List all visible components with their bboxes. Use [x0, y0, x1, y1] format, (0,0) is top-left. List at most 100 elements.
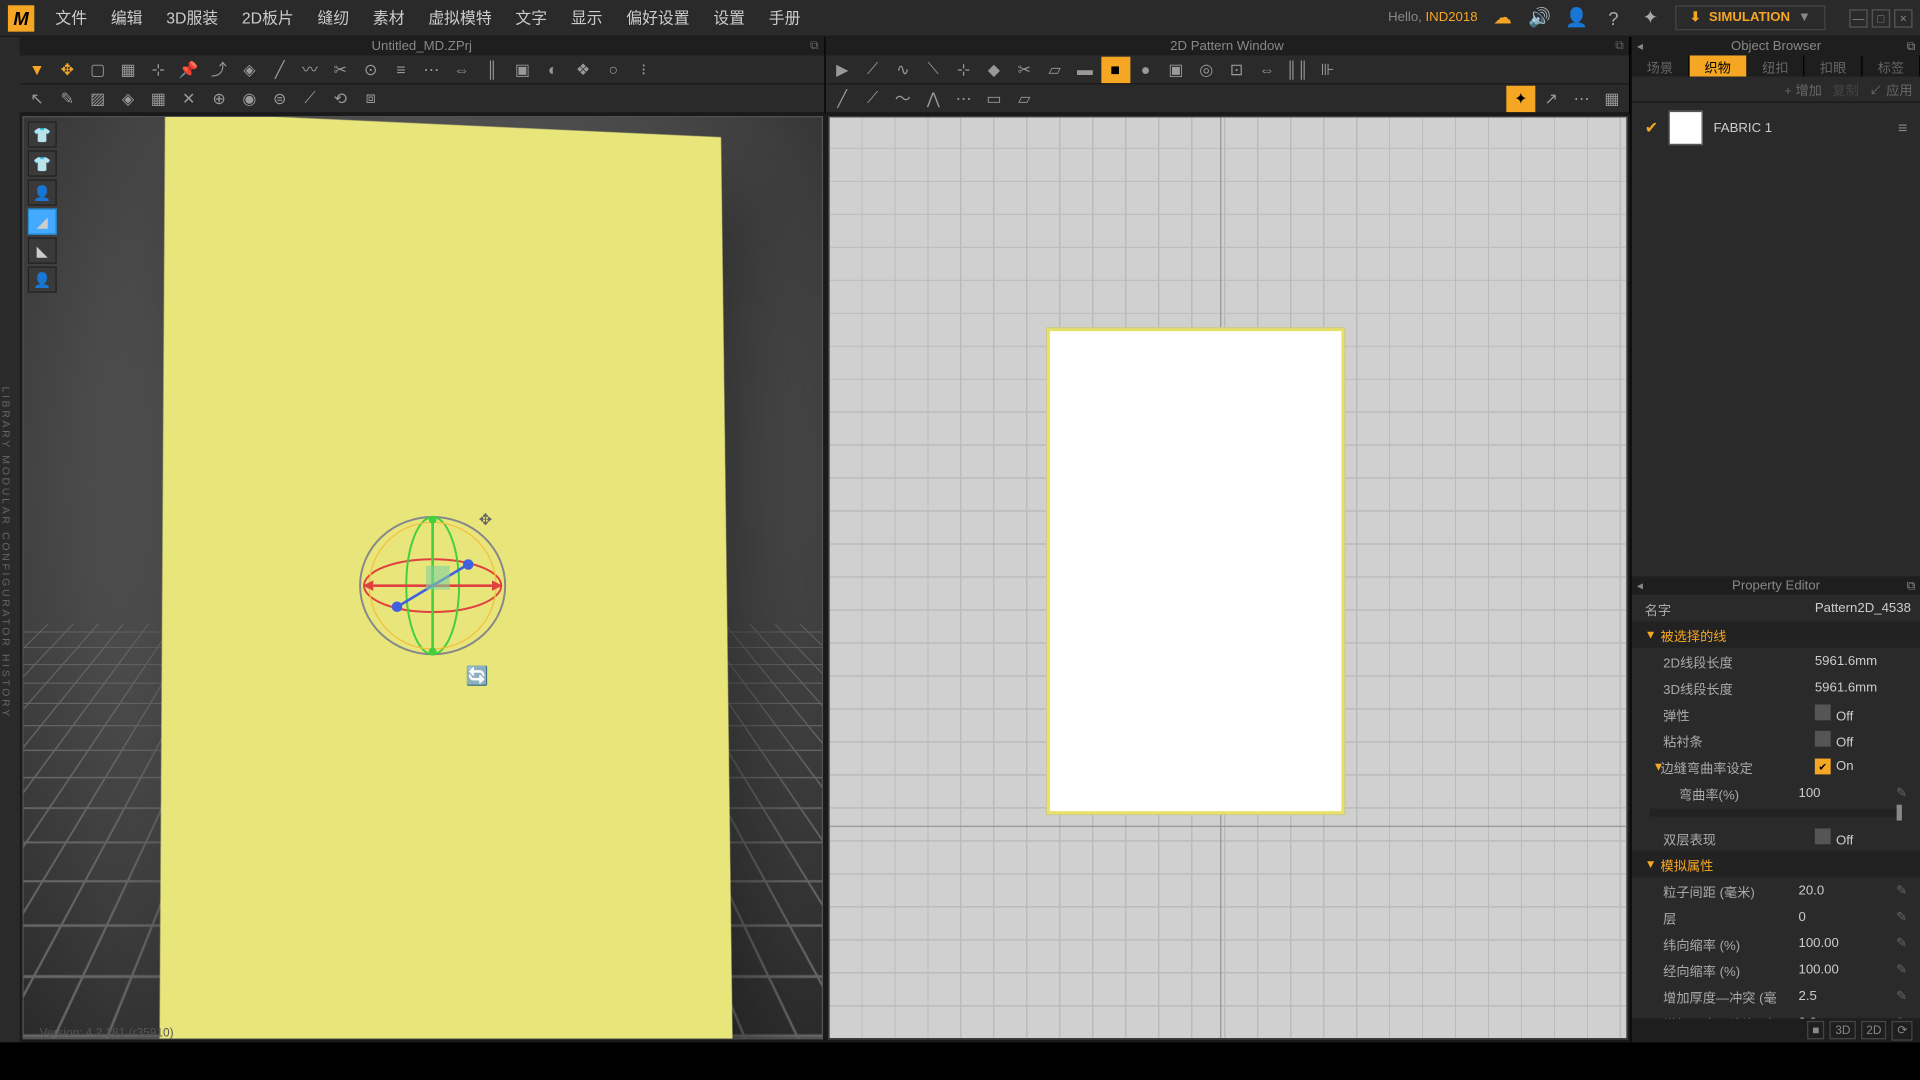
link-icon[interactable]: ⟋ — [295, 85, 324, 111]
pleat-fold-icon[interactable]: ║║ — [1283, 56, 1312, 82]
lasso-icon[interactable]: ○ — [599, 56, 628, 82]
view-mode-refresh[interactable]: ⟳ — [1892, 1020, 1913, 1040]
view-mode-all[interactable]: ■ — [1807, 1021, 1825, 1039]
zipper-icon[interactable]: ≡ — [386, 56, 415, 82]
edit-pattern-icon[interactable]: ▶ — [828, 56, 857, 82]
piping-icon[interactable]: ◐ — [538, 56, 567, 82]
annotation-icon[interactable]: ⊪ — [1313, 56, 1342, 82]
segment-sewing-icon[interactable]: ⟋ — [858, 85, 887, 111]
snapshot-icon[interactable]: ⧈ — [356, 85, 385, 111]
view-wire-icon[interactable]: ⊜ — [265, 85, 294, 111]
window-close-button[interactable]: × — [1894, 9, 1912, 27]
tab-button[interactable]: 纽扣 — [1747, 55, 1805, 76]
rectangle-tool-icon[interactable]: ■ — [1101, 56, 1130, 82]
fabric-swatch[interactable] — [1669, 111, 1703, 145]
popout-icon[interactable]: ⧉ — [1615, 38, 1623, 53]
seam-taping-icon[interactable]: ▭ — [979, 85, 1008, 111]
2d-viewport[interactable] — [828, 116, 1628, 1039]
topstitch-2d-icon[interactable]: ⋯ — [949, 85, 978, 111]
sewing-edit-icon[interactable]: ╱ — [828, 85, 857, 111]
garment-fit-icon[interactable]: 👕 — [28, 150, 57, 176]
dart-icon[interactable]: ◆ — [979, 56, 1008, 82]
window-maximize-button[interactable]: □ — [1872, 9, 1890, 27]
window-minimize-button[interactable]: — — [1849, 9, 1867, 27]
popout-icon[interactable]: ⧉ — [1907, 578, 1915, 593]
texture-icon[interactable]: ▨ — [83, 85, 112, 111]
gizmo-icon[interactable]: ⊹ — [144, 56, 173, 82]
topstitch-icon[interactable]: ⋯ — [417, 56, 446, 82]
line-sewing-icon[interactable]: ╱ — [265, 56, 294, 82]
select-mesh-icon[interactable]: ▦ — [113, 56, 142, 82]
add-point-icon[interactable]: ∿ — [888, 56, 917, 82]
internal-circle-icon[interactable]: ◎ — [1192, 56, 1221, 82]
tab-scene[interactable]: 场景 — [1632, 55, 1690, 76]
fold-angle-icon[interactable]: ⋀ — [919, 85, 948, 111]
garment-display-icon[interactable]: 👕 — [28, 121, 57, 147]
cloud-icon[interactable]: ☁ — [1491, 6, 1515, 30]
view-mode-2d[interactable]: 2D — [1861, 1021, 1887, 1039]
baseline-icon[interactable]: ⊡ — [1222, 56, 1251, 82]
edit-texture-icon[interactable]: ✎ — [53, 85, 82, 111]
tab-tag[interactable]: 标签 — [1863, 55, 1920, 76]
monochrome-icon[interactable]: 👤 — [28, 266, 57, 292]
pattern-rectangle[interactable] — [1047, 328, 1344, 813]
menu-settings[interactable]: 设置 — [703, 1, 756, 34]
free-sewing-icon[interactable]: 〰 — [295, 56, 324, 82]
text-icon[interactable]: ⁝ — [629, 56, 658, 82]
menu-preferences[interactable]: 偏好设置 — [616, 1, 700, 34]
sync-icon[interactable]: ✦ — [1506, 85, 1535, 111]
slash-icon[interactable]: ✂ — [1010, 56, 1039, 82]
avatar-tape-icon[interactable]: ✕ — [174, 85, 203, 111]
symmetry-icon[interactable]: ⇔ — [1252, 56, 1281, 82]
circle-tool-icon[interactable]: ● — [1131, 56, 1160, 82]
show-3d-icon[interactable]: ↗ — [1537, 85, 1566, 111]
iron-icon[interactable]: ▱ — [1010, 85, 1039, 111]
add-button[interactable]: + 增加 — [1784, 79, 1822, 99]
copy-button[interactable]: 复制 — [1832, 79, 1858, 99]
arrow-icon[interactable]: ↖ — [22, 85, 51, 111]
apply-button[interactable]: ↙ 应用 — [1869, 79, 1912, 99]
print-layout-icon[interactable]: ▦ — [144, 85, 173, 111]
trace-icon[interactable]: ❖ — [568, 56, 597, 82]
rotation-gizmo[interactable] — [353, 506, 511, 664]
view-mode-3d[interactable]: 3D — [1830, 1021, 1856, 1039]
menu-file[interactable]: 文件 — [45, 1, 98, 34]
fabric-list-item[interactable]: ✔ FABRIC 1 ≡ — [1632, 103, 1920, 153]
collapse-icon[interactable]: ◂ — [1637, 578, 1643, 593]
mirror-paste-icon[interactable]: ⇔ — [447, 56, 476, 82]
menu-display[interactable]: 显示 — [560, 1, 613, 34]
pin-icon[interactable]: 📌 — [174, 56, 203, 82]
fold-icon[interactable]: ⤴ — [204, 56, 233, 82]
camera-icon[interactable]: ⟲ — [326, 85, 355, 111]
menu-avatar[interactable]: 虚拟模特 — [418, 1, 502, 34]
select-rect-icon[interactable]: ▢ — [83, 56, 112, 82]
transform-icon[interactable]: ⟍ — [919, 56, 948, 82]
view-shaded-icon[interactable]: ◉ — [235, 85, 264, 111]
pleat-icon[interactable]: ║ — [477, 56, 506, 82]
curvature-slider[interactable] — [1650, 809, 1902, 817]
trace-2d-icon[interactable]: ▬ — [1070, 56, 1099, 82]
tab-buttonhole[interactable]: 扣眼 — [1805, 55, 1863, 76]
measure-icon[interactable]: ⊕ — [204, 85, 233, 111]
button-icon[interactable]: ⊙ — [356, 56, 385, 82]
internal-rect-icon[interactable]: ▣ — [1161, 56, 1190, 82]
thick-icon[interactable]: ◣ — [28, 237, 57, 263]
edit-curve-icon[interactable]: ⟋ — [858, 56, 887, 82]
fabric-menu-icon[interactable]: ≡ — [1898, 119, 1907, 137]
avatar-display-icon[interactable]: 👤 — [28, 179, 57, 205]
menu-manual[interactable]: 手册 — [758, 1, 811, 34]
select-move-icon[interactable]: ✥ — [53, 56, 82, 82]
left-dock-strip[interactable]: LIBRARY MODULAR CONFIGURATOR HISTORY — [0, 37, 20, 1042]
layer-clone-icon[interactable]: ▣ — [508, 56, 537, 82]
ruler-icon[interactable]: ▦ — [1597, 85, 1626, 111]
free-sewing-2d-icon[interactable]: 〜 — [888, 85, 917, 111]
menu-edit[interactable]: 编辑 — [100, 1, 153, 34]
menu-sewing[interactable]: 缝纫 — [307, 1, 360, 34]
gift-icon[interactable]: ✦ — [1638, 6, 1662, 30]
seam-allow-icon[interactable]: ▱ — [1040, 56, 1069, 82]
menu-text[interactable]: 文字 — [505, 1, 558, 34]
simulate-icon[interactable]: ▼ — [22, 56, 51, 82]
surface-textured-icon[interactable]: ◢ — [28, 208, 57, 234]
3d-viewport[interactable]: ✥ 🔄 👕 👕 👤 ◢ ◣ 👤 — [22, 116, 822, 1039]
notch-icon[interactable]: ⊹ — [949, 56, 978, 82]
